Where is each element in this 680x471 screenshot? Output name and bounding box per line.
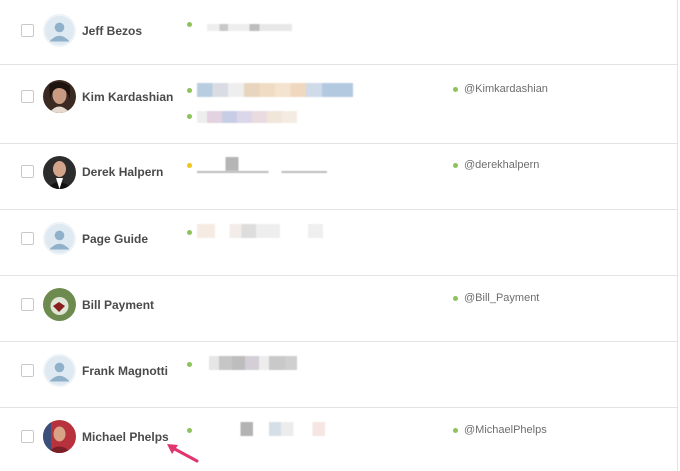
avatar-photo <box>43 80 76 113</box>
twitter-handle[interactable]: @derekhalpern <box>464 159 539 171</box>
contact-row-michael-phelps[interactable]: Michael Phelps @MichaelPhelps <box>0 408 677 471</box>
avatar-photo <box>43 420 76 453</box>
handle-dot <box>453 163 458 168</box>
twitter-handle[interactable]: @Bill_Payment <box>464 292 539 304</box>
select-checkbox[interactable] <box>21 364 34 377</box>
redacted-email <box>197 111 297 123</box>
select-checkbox[interactable] <box>21 165 34 178</box>
status-dot <box>187 88 192 93</box>
contact-row-derek-halpern[interactable]: Derek Halpern @derekhalpern <box>0 144 677 210</box>
redacted-phone <box>197 157 327 171</box>
redacted-phone <box>207 24 292 31</box>
handle-dot <box>453 87 458 92</box>
status-dot <box>187 22 192 27</box>
avatar-default-icon <box>43 14 76 47</box>
twitter-handle[interactable]: @Kimkardashian <box>464 83 548 95</box>
avatar-photo <box>43 156 76 189</box>
handle-dot <box>453 428 458 433</box>
select-checkbox[interactable] <box>21 24 34 37</box>
select-checkbox[interactable] <box>21 298 34 311</box>
handle-dot <box>453 296 458 301</box>
select-checkbox[interactable] <box>21 90 34 103</box>
status-dot <box>187 163 192 168</box>
contact-row-frank-magnotti[interactable]: Frank Magnotti <box>0 342 677 408</box>
redacted-phone <box>197 83 353 97</box>
redacted-phone <box>197 224 345 238</box>
contact-name[interactable]: Bill Payment <box>82 298 154 312</box>
status-dot <box>187 428 192 433</box>
redacted-phone <box>197 422 353 436</box>
status-dot <box>187 114 192 119</box>
contacts-list: Jeff Bezos Kim Kardashian @Kimkardashian… <box>0 0 678 471</box>
contact-row-bill-payment[interactable]: Bill Payment @Bill_Payment <box>0 276 677 342</box>
avatar-default-icon <box>43 354 76 387</box>
select-checkbox[interactable] <box>21 430 34 443</box>
avatar-photo <box>43 288 76 321</box>
contact-name[interactable]: Kim Kardashian <box>82 90 173 104</box>
redacted-phone-line <box>197 171 327 173</box>
contact-name[interactable]: Derek Halpern <box>82 165 163 179</box>
redacted-phone <box>197 356 297 370</box>
contact-name[interactable]: Jeff Bezos <box>82 24 142 38</box>
contact-name[interactable]: Michael Phelps <box>82 430 169 444</box>
status-dot <box>187 230 192 235</box>
contact-row-page-guide[interactable]: Page Guide <box>0 210 677 276</box>
contact-row-kim-kardashian[interactable]: Kim Kardashian @Kimkardashian <box>0 65 677 144</box>
contact-name[interactable]: Page Guide <box>82 232 148 246</box>
status-dot <box>187 362 192 367</box>
avatar-default-icon <box>43 222 76 255</box>
contact-row-jeff-bezos[interactable]: Jeff Bezos <box>0 0 677 65</box>
select-checkbox[interactable] <box>21 232 34 245</box>
contact-name[interactable]: Frank Magnotti <box>82 364 168 378</box>
annotation-arrow-icon <box>167 444 199 463</box>
twitter-handle[interactable]: @MichaelPhelps <box>464 424 547 436</box>
